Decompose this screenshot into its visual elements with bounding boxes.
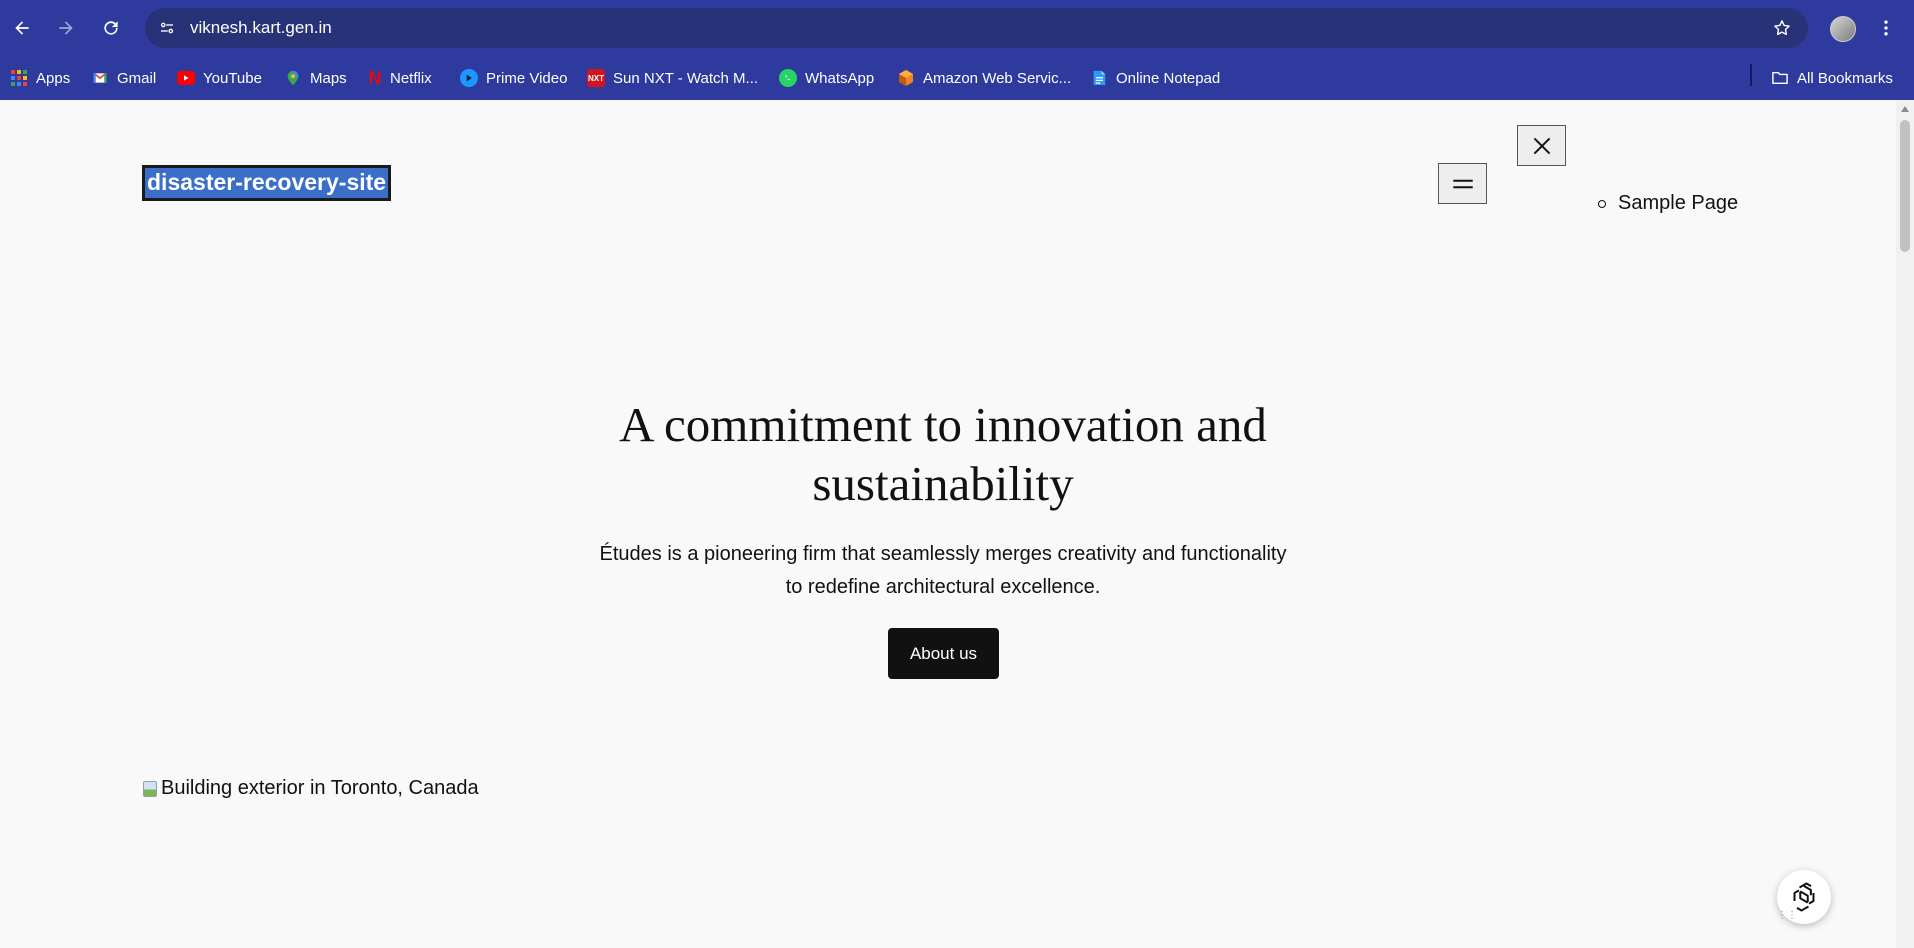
bookmark-prime-video[interactable]: Prime Video	[460, 66, 567, 90]
notepad-icon	[1090, 69, 1108, 87]
bookmark-label: Amazon Web Servic...	[923, 69, 1072, 87]
arrow-left-icon	[15, 21, 29, 35]
hero-image-broken: Building exterior in Toronto, Canada	[143, 777, 479, 800]
forward-button[interactable]	[48, 10, 84, 46]
bookmark-label: Gmail	[117, 69, 157, 87]
hero-heading: A commitment to innovation and sustainab…	[619, 397, 1267, 511]
browser-window: viknesh.kart.gen.in Apps Gmail YouTube M…	[0, 0, 1914, 948]
bookmark-gmail[interactable]: Gmail	[91, 66, 156, 90]
all-bookmarks-label: All Bookmarks	[1797, 69, 1893, 87]
whatsapp-icon	[779, 69, 797, 87]
bookmark-label: Netflix	[390, 69, 432, 87]
all-bookmarks[interactable]: All Bookmarks	[1771, 66, 1893, 90]
back-button[interactable]	[4, 10, 40, 46]
bookmark-youtube[interactable]: YouTube	[177, 66, 262, 90]
broken-image-icon	[143, 780, 157, 797]
web-page: disaster-recovery-site Sample Page A com…	[0, 100, 1896, 948]
url-text: viknesh.kart.gen.in	[190, 18, 332, 37]
browser-toolbar: viknesh.kart.gen.in	[0, 0, 1914, 56]
openai-logo-icon	[1793, 882, 1815, 912]
youtube-icon	[177, 71, 195, 85]
scrollbar-thumb[interactable]	[1900, 120, 1910, 252]
bookmark-label: Maps	[310, 69, 347, 87]
profile-avatar[interactable]	[1830, 16, 1856, 42]
maps-icon	[284, 69, 302, 87]
close-menu-button[interactable]	[1517, 125, 1566, 166]
image-alt-text: Building exterior in Toronto, Canada	[161, 777, 479, 799]
browser-menu-icon[interactable]	[1874, 10, 1898, 46]
open-menu-button[interactable]	[1438, 163, 1487, 204]
bookmark-label: Prime Video	[486, 69, 568, 87]
netflix-icon: N	[368, 67, 382, 88]
arrow-right-icon	[59, 21, 73, 35]
bookmark-label: Sun NXT - Watch M...	[613, 69, 759, 87]
bookmark-label: WhatsApp	[805, 69, 875, 87]
site-info-icon[interactable]	[155, 16, 179, 40]
page-scrollbar[interactable]	[1896, 100, 1914, 948]
list-bullet	[1598, 199, 1606, 208]
address-bar[interactable]: viknesh.kart.gen.in	[145, 8, 1808, 48]
prime-video-icon	[460, 69, 478, 87]
bookmark-maps[interactable]: Maps	[284, 66, 347, 90]
hero-description: Études is a pioneering firm that seamles…	[599, 543, 1287, 598]
aws-icon	[897, 69, 915, 87]
bookmarks-bar: Apps Gmail YouTube Maps N Netflix Prime …	[0, 56, 1914, 100]
hamburger-icon	[1452, 179, 1473, 188]
nav-link-label: Sample Page	[1618, 192, 1739, 214]
bookmark-online-notepad[interactable]: Online Notepad	[1090, 66, 1220, 90]
bookmark-whatsapp[interactable]: WhatsApp	[779, 66, 874, 90]
site-title-link[interactable]: disaster-recovery-site	[141, 165, 392, 201]
gmail-icon	[91, 69, 109, 87]
bookmark-apps[interactable]: Apps	[10, 66, 70, 90]
drag-handle-icon[interactable]: ⋮⋮	[1777, 911, 1797, 927]
about-us-button[interactable]: About us	[888, 628, 999, 679]
bookmark-netflix[interactable]: N Netflix	[368, 66, 432, 90]
scroll-up-arrow-icon[interactable]	[1901, 106, 1909, 112]
bookmark-aws[interactable]: Amazon Web Servic...	[897, 66, 1071, 90]
apps-grid-icon	[10, 69, 28, 87]
reload-icon	[104, 21, 118, 35]
bookmark-label: YouTube	[203, 69, 262, 87]
bookmarks-divider	[1750, 64, 1752, 86]
close-icon	[1533, 137, 1550, 154]
sun-nxt-icon: NXT	[587, 69, 605, 87]
reload-button[interactable]	[93, 10, 129, 46]
bookmark-sun-nxt[interactable]: NXT Sun NXT - Watch M...	[587, 66, 758, 90]
bookmark-label: Online Notepad	[1116, 69, 1221, 87]
bookmark-label: Apps	[36, 69, 71, 87]
folder-icon	[1771, 69, 1789, 87]
nav-item-sample-page[interactable]: Sample Page	[1598, 192, 1738, 215]
bookmark-star-icon[interactable]	[1770, 16, 1794, 40]
